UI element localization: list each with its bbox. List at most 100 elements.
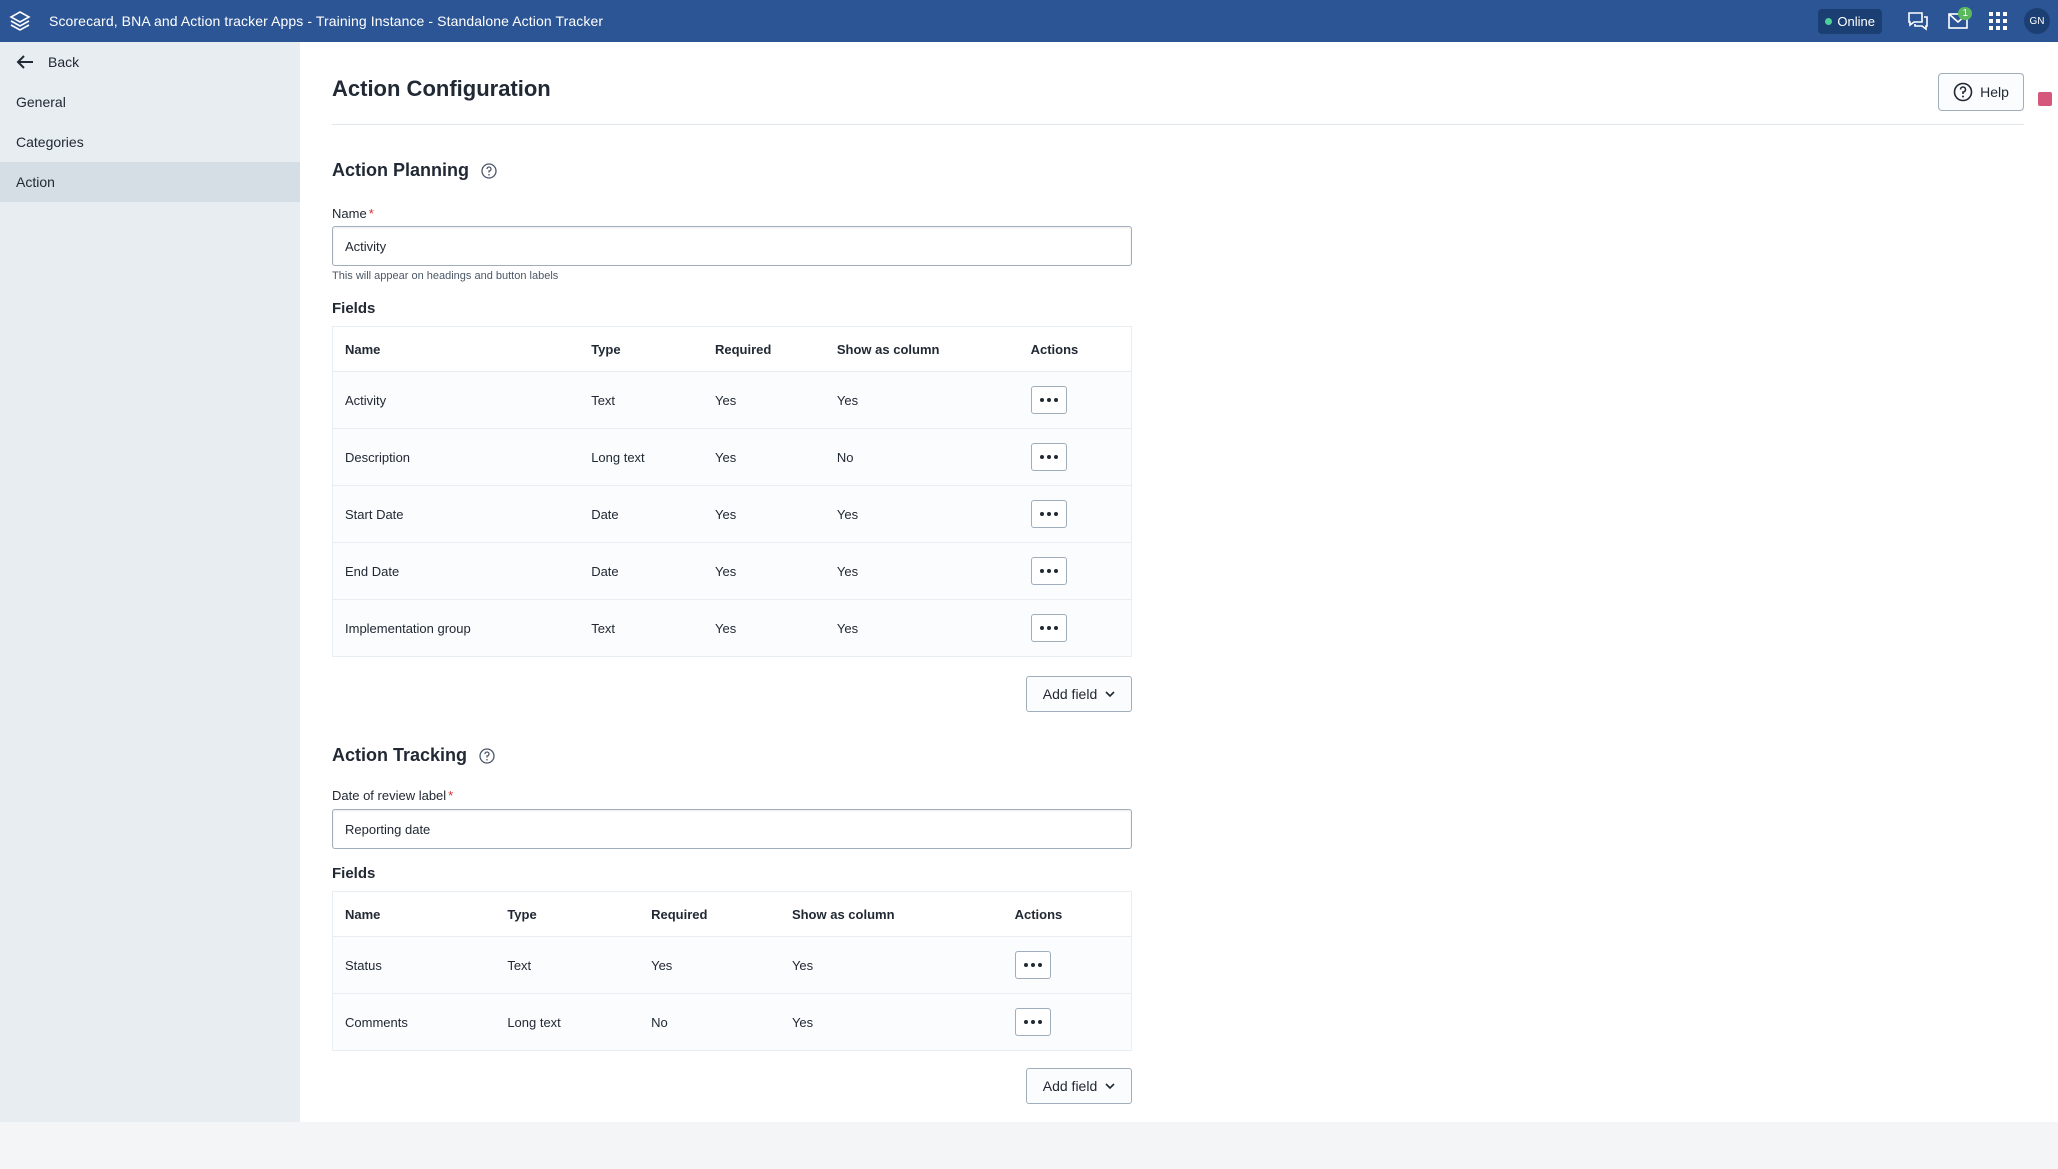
apps-grid-icon[interactable] bbox=[1978, 0, 2018, 42]
title-divider bbox=[332, 124, 2024, 125]
online-status-label: Online bbox=[1837, 13, 1875, 29]
cell-name: Implementation group bbox=[332, 599, 580, 657]
sidebar: Back General Categories Action bbox=[0, 42, 300, 1122]
help-label: Help bbox=[1980, 84, 2009, 100]
tracking-fields-heading: Fields bbox=[332, 865, 376, 882]
cell-actions bbox=[1018, 485, 1132, 543]
user-avatar[interactable]: GN bbox=[2024, 8, 2050, 34]
question-circle-icon[interactable] bbox=[479, 747, 495, 764]
cell-name: Status bbox=[332, 936, 496, 994]
page-footer-area bbox=[0, 1122, 2058, 1169]
column-header-actions: Actions bbox=[1018, 326, 1132, 372]
back-button[interactable]: Back bbox=[0, 42, 300, 82]
more-actions-button[interactable] bbox=[1014, 951, 1051, 979]
column-header-required: Required bbox=[703, 326, 825, 372]
table-header-row: Name Type Required Show as column Action… bbox=[332, 326, 1132, 372]
notification-count-badge: 1 bbox=[1958, 7, 1972, 20]
more-actions-button[interactable] bbox=[1030, 500, 1067, 528]
cell-type: Long text bbox=[495, 993, 640, 1051]
name-label-text: Name bbox=[332, 206, 367, 221]
more-actions-button[interactable] bbox=[1030, 614, 1067, 642]
date-of-review-input[interactable] bbox=[332, 809, 1132, 849]
cell-actions bbox=[1018, 428, 1132, 486]
back-label: Back bbox=[48, 54, 80, 70]
cell-required: Yes bbox=[703, 428, 825, 486]
page-title: Action Configuration bbox=[332, 76, 551, 101]
cell-actions bbox=[1018, 542, 1132, 600]
app-logo-icon[interactable] bbox=[8, 9, 32, 33]
cell-required: Yes bbox=[639, 936, 780, 994]
cell-name: Description bbox=[332, 428, 580, 486]
column-header-required: Required bbox=[639, 891, 780, 937]
name-field-label: Name * bbox=[332, 206, 374, 221]
messages-icon[interactable] bbox=[1898, 0, 1938, 42]
required-asterisk: * bbox=[448, 788, 454, 803]
cell-required: Yes bbox=[703, 542, 825, 600]
table-row: Status Text Yes Yes bbox=[332, 936, 1132, 994]
column-header-type: Type bbox=[495, 891, 640, 937]
cell-actions bbox=[1018, 599, 1132, 657]
cell-name: Start Date bbox=[332, 485, 580, 543]
cell-show-as-column: Yes bbox=[824, 599, 1019, 657]
action-tracking-title: Action Tracking bbox=[332, 745, 495, 766]
planning-fields-heading: Fields bbox=[332, 300, 376, 317]
table-row: Description Long text Yes No bbox=[332, 428, 1132, 486]
sidebar-item-action[interactable]: Action bbox=[0, 162, 300, 202]
cell-type: Text bbox=[579, 599, 703, 657]
column-header-type: Type bbox=[579, 326, 703, 372]
cell-show-as-column: No bbox=[824, 428, 1019, 486]
column-header-show-as-column: Show as column bbox=[779, 891, 1003, 937]
table-row: Implementation group Text Yes Yes bbox=[332, 599, 1132, 657]
online-dot-icon bbox=[1825, 17, 1833, 25]
date-of-review-label-text: Date of review label bbox=[332, 788, 447, 803]
help-button[interactable]: Help bbox=[1938, 73, 2024, 111]
cell-name: Comments bbox=[332, 993, 496, 1051]
question-circle-icon[interactable] bbox=[481, 162, 497, 179]
tracking-add-field-button[interactable]: Add field bbox=[1026, 1068, 1132, 1104]
table-row: Start Date Date Yes Yes bbox=[332, 485, 1132, 543]
table-row: End Date Date Yes Yes bbox=[332, 542, 1132, 600]
cell-actions bbox=[1018, 371, 1132, 429]
cell-actions bbox=[1002, 993, 1132, 1051]
name-input[interactable] bbox=[332, 226, 1132, 266]
table-row: Activity Text Yes Yes bbox=[332, 371, 1132, 429]
header-actions: Online 1 GN bbox=[1818, 0, 2050, 42]
help-circle-icon bbox=[1953, 82, 1973, 102]
name-help-text: This will appear on headings and button … bbox=[332, 270, 559, 282]
cell-actions bbox=[1002, 936, 1132, 994]
planning-add-field-button[interactable]: Add field bbox=[1026, 676, 1132, 712]
more-actions-button[interactable] bbox=[1030, 443, 1067, 471]
sidebar-item-categories[interactable]: Categories bbox=[0, 122, 300, 162]
interpretations-mail-icon[interactable]: 1 bbox=[1938, 0, 1978, 42]
app-header: Scorecard, BNA and Action tracker Apps -… bbox=[0, 0, 2058, 42]
cell-type: Long text bbox=[579, 428, 703, 486]
required-asterisk: * bbox=[368, 206, 374, 221]
column-header-name: Name bbox=[332, 326, 580, 372]
column-header-actions: Actions bbox=[1002, 891, 1132, 937]
more-actions-button[interactable] bbox=[1030, 386, 1067, 414]
arrow-left-icon bbox=[16, 55, 33, 69]
more-actions-button[interactable] bbox=[1014, 1008, 1051, 1036]
cell-show-as-column: Yes bbox=[824, 485, 1019, 543]
cell-type: Text bbox=[579, 371, 703, 429]
tracking-fields-table: Name Type Required Show as column Action… bbox=[332, 891, 1132, 1051]
column-header-name: Name bbox=[332, 891, 496, 937]
cell-show-as-column: Yes bbox=[824, 542, 1019, 600]
online-status-badge: Online bbox=[1818, 8, 1882, 34]
cell-type: Text bbox=[495, 936, 640, 994]
more-actions-button[interactable] bbox=[1030, 557, 1067, 585]
cell-show-as-column: Yes bbox=[779, 993, 1003, 1051]
table-header-row: Name Type Required Show as column Action… bbox=[332, 891, 1132, 937]
planning-fields-table: Name Type Required Show as column Action… bbox=[332, 326, 1132, 657]
cell-type: Date bbox=[579, 485, 703, 543]
chevron-down-icon bbox=[1105, 691, 1115, 697]
column-header-show-as-column: Show as column bbox=[824, 326, 1019, 372]
cell-name: End Date bbox=[332, 542, 580, 600]
sidebar-item-general[interactable]: General bbox=[0, 82, 300, 122]
app-title: Scorecard, BNA and Action tracker Apps -… bbox=[49, 13, 604, 29]
action-tracking-label: Action Tracking bbox=[332, 745, 468, 765]
cell-show-as-column: Yes bbox=[824, 371, 1019, 429]
action-planning-title: Action Planning bbox=[332, 160, 497, 181]
add-field-label: Add field bbox=[1042, 1078, 1098, 1094]
feedback-marker-icon[interactable] bbox=[2038, 92, 2052, 106]
